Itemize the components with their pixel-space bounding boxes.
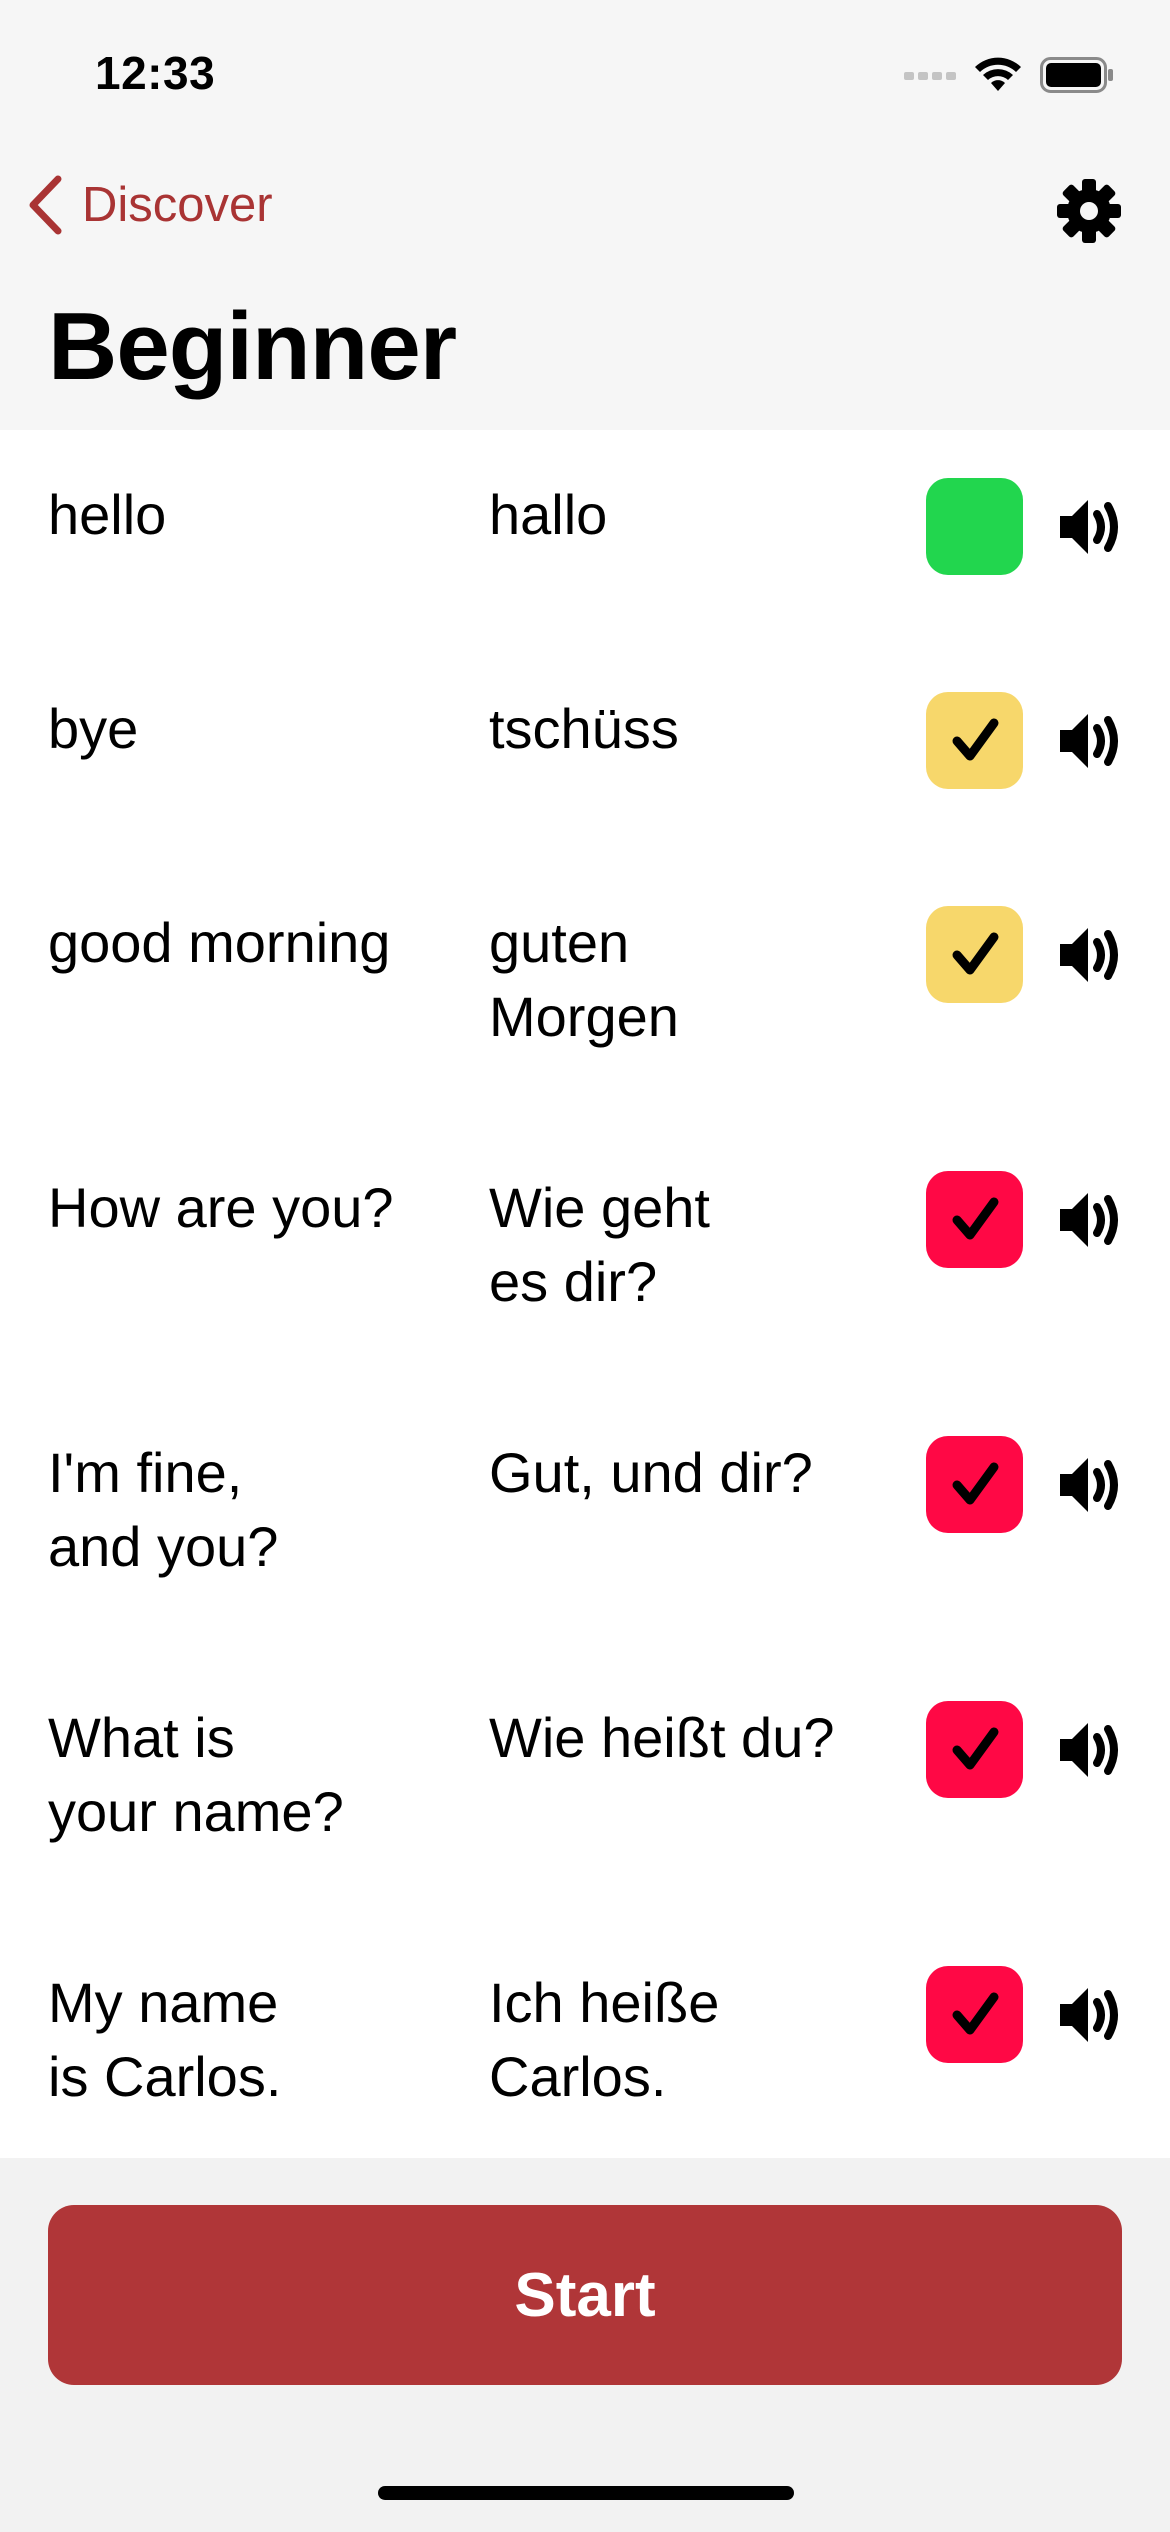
- list-item: What is your name? Wie heißt du?: [0, 1653, 1170, 1918]
- gear-icon[interactable]: [1056, 178, 1122, 244]
- start-button[interactable]: Start: [48, 2205, 1122, 2385]
- back-label: Discover: [82, 178, 273, 232]
- status-checkbox[interactable]: [926, 906, 1023, 1003]
- list-item: bye tschüss: [0, 644, 1170, 858]
- status-checkbox[interactable]: [926, 478, 1023, 575]
- english-phrase: hello: [48, 483, 167, 546]
- speaker-icon[interactable]: [1056, 496, 1120, 558]
- english-phrase: I'm fine, and you?: [48, 1441, 279, 1578]
- checkmark-icon: [952, 1992, 998, 2034]
- german-phrase: hallo: [489, 483, 608, 546]
- speaker-icon[interactable]: [1056, 924, 1120, 986]
- german-phrase: Ich heiße Carlos.: [489, 1971, 720, 2108]
- speaker-icon[interactable]: [1056, 1189, 1120, 1251]
- checkmark-icon: [952, 718, 998, 760]
- chevron-left-icon: [29, 175, 62, 235]
- speaker-icon[interactable]: [1056, 1719, 1120, 1781]
- list-item: I'm fine, and you? Gut, und dir?: [0, 1388, 1170, 1653]
- english-phrase: bye: [48, 697, 139, 760]
- speaker-icon[interactable]: [1056, 710, 1120, 772]
- status-bar: 12:33: [0, 0, 1170, 150]
- navigation-bar: Discover: [0, 170, 1170, 250]
- back-button[interactable]: Discover: [26, 174, 273, 236]
- home-indicator: [378, 2486, 794, 2500]
- german-phrase: guten Morgen: [489, 911, 679, 1048]
- english-phrase: My name is Carlos.: [48, 1971, 282, 2108]
- list-item: good morning guten Morgen: [0, 858, 1170, 1123]
- checkmark-icon: [952, 1197, 998, 1239]
- list-item: My name is Carlos. Ich heiße Carlos.: [0, 1918, 1170, 2158]
- german-phrase: Wie heißt du?: [489, 1706, 835, 1769]
- status-icons: [904, 50, 1114, 100]
- status-checkbox[interactable]: [926, 1966, 1023, 2063]
- status-checkbox[interactable]: [926, 1171, 1023, 1268]
- german-phrase: Gut, und dir?: [489, 1441, 813, 1504]
- list-item: hello hallo: [0, 430, 1170, 644]
- german-phrase: Wie geht es dir?: [489, 1176, 710, 1313]
- german-phrase: tschüss: [489, 697, 679, 760]
- speaker-icon[interactable]: [1056, 1454, 1120, 1516]
- signal-icon: [904, 72, 956, 80]
- english-phrase: How are you?: [48, 1176, 394, 1239]
- speaker-icon[interactable]: [1056, 1984, 1120, 2046]
- checkmark-icon: [952, 1727, 998, 1769]
- phrase-list: hello hallo bye tschüss good morning gut…: [0, 430, 1170, 2158]
- status-checkbox[interactable]: [926, 692, 1023, 789]
- status-checkbox[interactable]: [926, 1701, 1023, 1798]
- page-title: Beginner: [48, 293, 457, 400]
- status-checkbox[interactable]: [926, 1436, 1023, 1533]
- status-time: 12:33: [95, 47, 216, 99]
- checkmark-icon: [952, 1462, 998, 1504]
- battery-icon: [1040, 57, 1113, 93]
- checkmark-icon: [952, 932, 998, 974]
- wifi-icon: [975, 57, 1021, 91]
- english-phrase: good morning: [48, 911, 391, 974]
- list-item: How are you? Wie geht es dir?: [0, 1123, 1170, 1388]
- english-phrase: What is your name?: [48, 1706, 344, 1843]
